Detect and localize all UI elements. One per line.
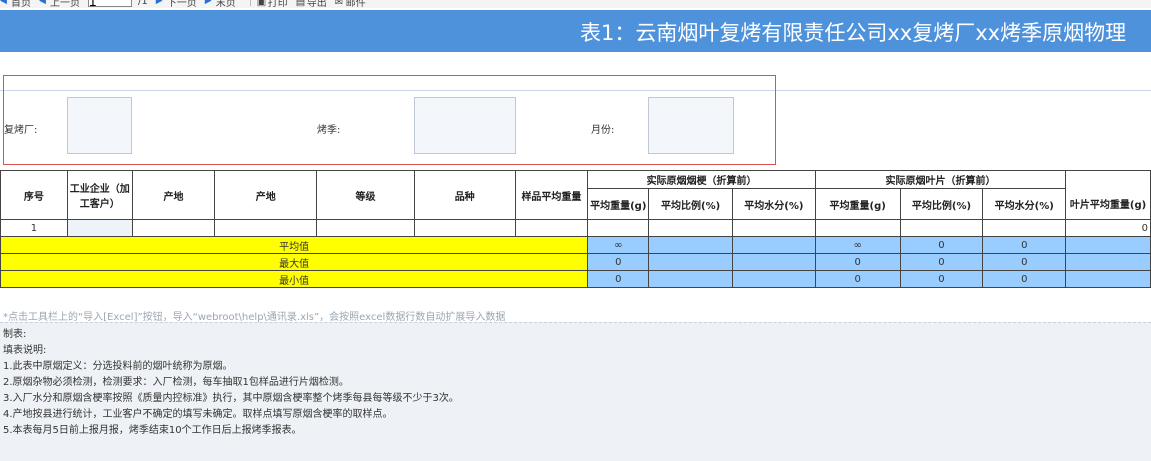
- cell-sample-avg[interactable]: [514, 219, 589, 237]
- first-page-icon: ◀: [0, 0, 7, 6]
- summary-stem-ratio: [648, 253, 733, 271]
- cell-seq: 1: [0, 219, 68, 237]
- page-total: /1: [138, 0, 148, 7]
- col-header-leaf-moisture: 平均水分(%): [982, 188, 1067, 220]
- col-group-leaf: 实际原烟叶片（折算前）: [814, 170, 1067, 189]
- cell-company[interactable]: [66, 219, 133, 237]
- summary-row-min: 最小值 0 0 0 0: [0, 270, 1151, 288]
- filter-panel: 复烤厂: 烤季: 月份:: [3, 75, 776, 165]
- title-banner: 表1：云南烟叶复烤有限责任公司xx复烤厂xx烤季原烟物理: [0, 10, 1151, 52]
- col-header-leaf-weight: 平均重量(g): [814, 188, 901, 220]
- summary-stem-ratio: [648, 236, 733, 254]
- next-page-icon: ▶: [155, 0, 163, 6]
- print-button[interactable]: ▣ 打印: [257, 0, 288, 9]
- notes-tabulator: 制表:: [3, 329, 27, 340]
- summary-stem-weight: 0: [587, 253, 650, 271]
- summary-leaf-moisture: 0: [982, 270, 1067, 288]
- notes-section: 制表: 填表说明: 1.此表中原烟定义：分选投料前的烟叶统称为原烟。 2.原烟杂…: [0, 322, 1151, 461]
- col-header-seq: 序号: [0, 170, 68, 220]
- next-page-button[interactable]: ▶ 下一页: [156, 0, 197, 9]
- cell-stem-moisture[interactable]: [731, 219, 816, 237]
- table-row: 1 0: [0, 219, 1151, 237]
- summary-leaf-avg-weight: [1065, 236, 1151, 254]
- summary-leaf-avg-weight: [1065, 270, 1151, 288]
- col-header-stem-ratio: 平均比例(%): [648, 188, 733, 220]
- notes-item: 3.入厂水分和原烟含梗率按照《质量内控标准》执行，其中原烟含梗率整个烤季每县每等…: [3, 393, 459, 404]
- col-header-sample-avg: 样品平均重量: [514, 170, 589, 220]
- summary-stem-ratio: [648, 270, 733, 288]
- report-title: 表1：云南烟叶复烤有限责任公司xx复烤厂xx烤季原烟物理: [580, 21, 1127, 45]
- col-header-grade: 等级: [316, 170, 415, 220]
- summary-stem-moisture: [731, 270, 816, 288]
- col-header-stem-weight: 平均重量(g): [587, 188, 650, 220]
- email-icon: ✉: [334, 0, 344, 8]
- cell-variety[interactable]: [413, 219, 516, 237]
- cell-origin-2[interactable]: [214, 219, 318, 237]
- data-table: 序号 工业企业（加工客户） 产地 产地 等级 品种 样品平均重量 实际原烟烟梗（…: [0, 170, 1151, 288]
- print-icon: ▣: [256, 0, 267, 8]
- summary-label: 最大值: [0, 253, 589, 271]
- col-group-stem: 实际原烟烟梗（折算前）: [587, 170, 816, 189]
- summary-label: 平均值: [0, 236, 589, 254]
- summary-stem-weight: ∞: [587, 236, 650, 254]
- report-toolbar: ◀首页 ◀上一页 /1 ▶下一页 ▶末页 ▣打印 ▤导出 ✉邮件: [0, 0, 1151, 9]
- summary-stem-weight: 0: [587, 270, 650, 288]
- export-button[interactable]: ▤ 导出: [296, 0, 327, 9]
- season-input[interactable]: [414, 97, 516, 154]
- toolbar-divider: [249, 0, 251, 6]
- month-input[interactable]: [648, 97, 734, 154]
- notes-item: 5.本表每月5日前上报月报，烤季结束10个工作日后上报烤季报表。: [3, 425, 302, 436]
- summary-leaf-ratio: 0: [899, 253, 984, 271]
- plant-input[interactable]: [67, 97, 132, 154]
- email-button[interactable]: ✉ 邮件: [335, 0, 366, 9]
- season-label: 烤季:: [317, 125, 341, 136]
- summary-row-average: 平均值 ∞ ∞ 0 0: [0, 236, 1151, 254]
- cell-leaf-avg-weight: 0: [1065, 219, 1151, 237]
- cell-leaf-weight[interactable]: [814, 219, 901, 237]
- summary-stem-moisture: [731, 236, 816, 254]
- summary-leaf-moisture: 0: [982, 236, 1067, 254]
- notes-item: 2.原烟杂物必须检测，检测要求：入厂检测，每车抽取1包样品进行片烟检测。: [3, 377, 349, 388]
- summary-leaf-ratio: 0: [899, 236, 984, 254]
- summary-stem-moisture: [731, 253, 816, 271]
- import-hint: *点击工具栏上的“导入[Excel]”按钮，导入“webroot\help\通讯…: [3, 312, 506, 323]
- summary-leaf-weight: 0: [814, 270, 901, 288]
- prev-page-button[interactable]: ◀ 上一页: [39, 0, 80, 9]
- cell-leaf-moisture[interactable]: [982, 219, 1067, 237]
- first-page-button[interactable]: ◀ 首页: [0, 0, 31, 9]
- cell-leaf-ratio[interactable]: [899, 219, 984, 237]
- notes-item: 4.产地按县进行统计，工业客户不确定的填写未确定。取样点填写原烟含梗率的取样点。: [3, 409, 393, 420]
- summary-leaf-avg-weight: [1065, 253, 1151, 271]
- col-header-leaf-avg-weight: 叶片平均重量(g): [1065, 188, 1151, 220]
- last-page-icon: ▶: [204, 0, 212, 6]
- table-header-row: 序号 工业企业（加工客户） 产地 产地 等级 品种 样品平均重量 实际原烟烟梗（…: [0, 170, 1151, 220]
- notes-heading: 填表说明:: [3, 345, 47, 356]
- col-header-origin-2: 产地: [214, 170, 318, 220]
- col-header-blank: [1065, 170, 1151, 189]
- col-header-company: 工业企业（加工客户）: [66, 170, 133, 220]
- col-header-origin: 产地: [131, 170, 216, 220]
- col-header-leaf-ratio: 平均比例(%): [899, 188, 984, 220]
- cell-stem-ratio[interactable]: [648, 219, 733, 237]
- summary-leaf-ratio: 0: [899, 270, 984, 288]
- cell-grade[interactable]: [316, 219, 415, 237]
- prev-page-icon: ◀: [39, 0, 46, 6]
- month-label: 月份:: [591, 125, 615, 136]
- notes-item: 1.此表中原烟定义：分选投料前的烟叶统称为原烟。: [3, 361, 233, 372]
- summary-leaf-weight: 0: [814, 253, 901, 271]
- col-header-variety: 品种: [413, 170, 516, 220]
- last-page-button[interactable]: ▶ 末页: [205, 0, 236, 9]
- page-number-input[interactable]: [88, 0, 132, 7]
- summary-label: 最小值: [0, 270, 589, 288]
- summary-leaf-weight: ∞: [814, 236, 901, 254]
- col-header-stem-moisture: 平均水分(%): [731, 188, 816, 220]
- export-icon: ▤: [295, 0, 306, 8]
- summary-row-max: 最大值 0 0 0 0: [0, 253, 1151, 271]
- cell-stem-weight[interactable]: [587, 219, 650, 237]
- plant-label: 复烤厂:: [4, 125, 38, 136]
- summary-leaf-moisture: 0: [982, 253, 1067, 271]
- cell-origin[interactable]: [131, 219, 216, 237]
